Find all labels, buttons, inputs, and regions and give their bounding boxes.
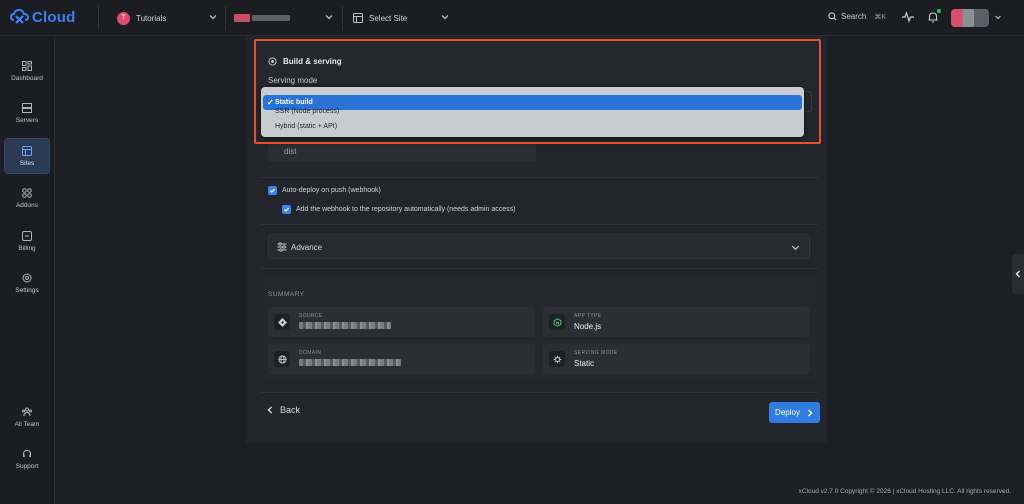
sites-icon xyxy=(22,145,32,156)
summary-source-value xyxy=(299,322,391,329)
git-icon-box xyxy=(274,314,290,330)
divider xyxy=(260,224,818,225)
footer-copyright: xCloud v2.7.0 Copyright © 2026 | xCloud … xyxy=(798,488,1011,495)
sidebar-item-label: Servers xyxy=(15,116,39,124)
gear-icon-box xyxy=(549,351,565,367)
search-icon xyxy=(828,12,837,21)
notification-dot xyxy=(937,9,941,13)
panel-collapse-tab[interactable] xyxy=(1012,254,1024,294)
advance-label: Advance xyxy=(291,243,323,252)
summary-domain-key: DOMAIN xyxy=(299,350,322,356)
divider xyxy=(225,6,226,30)
back-label: Back xyxy=(280,405,301,415)
divider xyxy=(98,6,99,30)
summary-app-type-key: APP TYPE xyxy=(574,313,602,319)
sidebar-item-all-team[interactable]: All Team xyxy=(4,399,50,435)
sidebar-item-settings[interactable]: Settings xyxy=(4,265,50,301)
headset-icon xyxy=(23,449,31,457)
team-icon xyxy=(22,406,32,416)
browser-icon xyxy=(353,13,363,23)
divider xyxy=(260,268,818,269)
divider xyxy=(260,177,818,178)
chevron-down-icon xyxy=(209,15,217,20)
sidebar-item-label: All Team xyxy=(14,420,40,428)
search-label: Search xyxy=(841,12,867,21)
app-logo[interactable]: Cloud xyxy=(10,8,76,26)
chevron-down-icon[interactable] xyxy=(993,12,1003,22)
app-name: Cloud xyxy=(32,8,76,26)
sidebar-item-label: Addons xyxy=(15,201,39,209)
summary-domain: DOMAIN xyxy=(268,344,535,374)
summary-app-type: APP TYPE Node.js xyxy=(543,307,810,337)
server-avatar xyxy=(234,14,250,22)
add-webhook-checkbox[interactable] xyxy=(282,205,291,214)
globe-icon xyxy=(277,354,287,364)
chevron-down-icon xyxy=(791,245,800,251)
highlight-annotation xyxy=(254,39,821,144)
search-button[interactable]: Search ⌘K xyxy=(828,12,886,21)
site-select-label: Select Site xyxy=(369,13,408,23)
summary-domain-value xyxy=(299,359,401,366)
sidebar: Dashboard Servers Sites Addons Billing S… xyxy=(0,37,55,504)
settings-icon xyxy=(22,273,32,282)
sidebar-item-label: Billing xyxy=(18,244,36,252)
search-shortcut: ⌘K xyxy=(874,13,887,21)
summary-source: SOURCE xyxy=(268,307,535,337)
sliders-icon xyxy=(277,242,287,252)
team-select[interactable]: T Tutorials xyxy=(117,6,219,30)
auto-deploy-label: Auto-deploy on push (webhook) xyxy=(282,187,381,194)
server-select-label xyxy=(252,15,290,21)
nodejs-icon xyxy=(553,317,561,327)
site-select[interactable]: Select Site xyxy=(353,6,451,30)
chevron-left-icon xyxy=(267,406,272,414)
sidebar-item-addons[interactable]: Addons xyxy=(4,180,50,216)
auto-deploy-checkbox[interactable] xyxy=(268,186,277,195)
checkmark-icon xyxy=(269,188,276,193)
summary-source-key: SOURCE xyxy=(299,313,323,319)
user-avatar[interactable] xyxy=(951,9,989,27)
addons-icon xyxy=(22,187,32,198)
chevron-down-icon xyxy=(325,15,333,20)
billing-icon xyxy=(22,230,32,241)
sidebar-item-label: Sites xyxy=(19,159,35,167)
divider xyxy=(260,392,818,393)
sidebar-item-support[interactable]: Support xyxy=(4,441,50,477)
server-select[interactable] xyxy=(234,6,335,30)
summary-app-type-value: Node.js xyxy=(574,322,602,331)
back-button[interactable]: Back xyxy=(266,405,300,415)
summary-serving-mode-value: Static xyxy=(574,359,595,368)
add-webhook-label: Add the webhook to the repository automa… xyxy=(296,206,516,213)
activity-icon[interactable] xyxy=(901,10,915,24)
divider xyxy=(342,6,343,30)
gear-icon xyxy=(553,355,561,363)
sidebar-item-label: Settings xyxy=(15,286,39,294)
checkmark-icon xyxy=(283,207,290,212)
sidebar-item-servers[interactable]: Servers xyxy=(4,95,50,131)
summary-title: SUMMARY xyxy=(268,291,305,298)
chevron-right-icon xyxy=(807,409,813,416)
chevron-down-icon xyxy=(441,15,449,20)
advance-section-toggle[interactable]: Advance xyxy=(268,234,810,259)
sidebar-item-sites[interactable]: Sites xyxy=(4,138,50,174)
sidebar-item-billing[interactable]: Billing xyxy=(4,223,50,259)
summary-serving-mode-key: SERVING MODE xyxy=(574,350,618,356)
servers-icon xyxy=(22,102,32,113)
deploy-button[interactable]: Deploy xyxy=(769,402,820,423)
globe-icon-box xyxy=(274,351,290,367)
summary-serving-mode: SERVING MODE Static xyxy=(543,344,810,374)
sidebar-item-label: Dashboard xyxy=(11,74,43,82)
sidebar-item-dashboard[interactable]: Dashboard xyxy=(4,53,50,89)
sidebar-item-label: Support xyxy=(15,462,39,470)
team-select-label: Tutorials xyxy=(136,13,167,23)
git-icon xyxy=(277,317,287,327)
xcloud-logo-icon xyxy=(10,8,30,24)
team-badge: T xyxy=(117,11,130,25)
top-bar: Cloud T Tutorials Select Site Search ⌘K xyxy=(0,0,1024,36)
nodejs-icon-box xyxy=(549,314,565,330)
chevron-left-icon xyxy=(1015,270,1020,278)
dashboard-icon xyxy=(22,60,32,71)
deploy-label: Deploy xyxy=(775,408,800,417)
